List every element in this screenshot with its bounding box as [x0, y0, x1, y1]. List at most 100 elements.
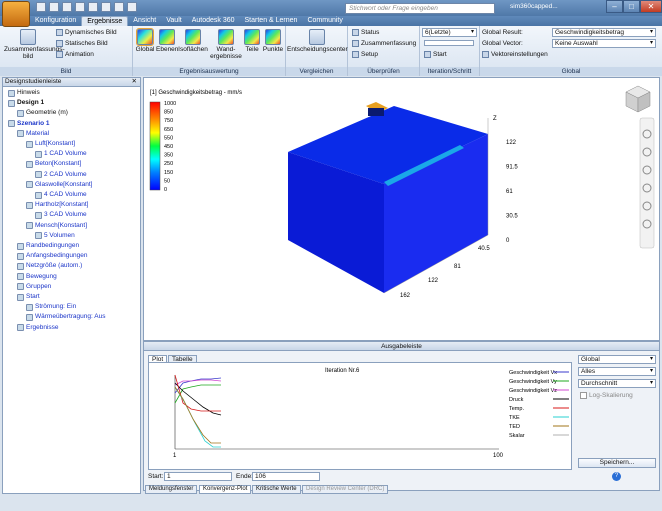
- summary-button[interactable]: Zusammenfassung: [352, 39, 416, 48]
- ribbon: Zusammenfassungs-bild Dynamisches Bild S…: [0, 26, 662, 76]
- tree-item-design-1[interactable]: Design 1: [8, 99, 44, 107]
- new-icon[interactable]: [36, 2, 46, 12]
- legend-tick-label: 150: [164, 170, 173, 176]
- tree-item-glaswolle[interactable]: Glaswolle[Konstant]: [26, 181, 92, 189]
- isosurfaces-button[interactable]: Isoflächen: [178, 29, 208, 53]
- status-button[interactable]: Status: [352, 28, 379, 37]
- output-bar: Ausgabeleiste Plot Tabelle Iteration Nr.…: [143, 341, 660, 491]
- tab-starten-lernen[interactable]: Starten & Lernen: [240, 16, 303, 26]
- tree-item-luft[interactable]: Luft[Konstant]: [26, 140, 75, 148]
- summary-image-button[interactable]: Zusammenfassungs-bild: [4, 29, 65, 60]
- tab-ansicht[interactable]: Ansicht: [128, 16, 161, 26]
- dynamic-image-button[interactable]: Dynamisches Bild: [56, 28, 117, 37]
- group-label-iteration: Iteration/Schritt: [420, 67, 479, 76]
- group-label-ueberpruefen: Überprüfen: [348, 67, 419, 76]
- start-field-input[interactable]: 1: [164, 472, 232, 481]
- redo-icon[interactable]: [88, 2, 98, 12]
- tab-ergebnisse[interactable]: Ergebnisse: [81, 16, 129, 26]
- tab-konfiguration[interactable]: Konfiguration: [30, 16, 81, 26]
- tree-item-material[interactable]: Material: [17, 130, 49, 138]
- application-menu-button[interactable]: [2, 1, 30, 27]
- planes-button[interactable]: Ebenen: [156, 29, 178, 53]
- global-button[interactable]: Global: [135, 28, 155, 53]
- legend-tick-label: 1000: [164, 101, 176, 107]
- settings-icon[interactable]: [114, 2, 124, 12]
- vector-settings-button[interactable]: Vektoreinstellungen: [482, 50, 548, 59]
- plot-x-start: 1: [173, 453, 177, 459]
- tree-item-cad-volume-3[interactable]: 3 CAD Volume: [35, 211, 87, 219]
- help-icon[interactable]: ?: [612, 472, 621, 481]
- global-result-select[interactable]: Geschwindigkeitsbetrag: [552, 28, 656, 37]
- wall-results-button[interactable]: Wand-ergebnisse: [209, 29, 243, 60]
- tree-item-boundary-conditions[interactable]: Randbedingungen: [17, 242, 79, 250]
- tree-item-start[interactable]: Start: [17, 293, 40, 301]
- tab-design-review-center[interactable]: Design Review Center (DRC): [302, 485, 389, 494]
- tab-community[interactable]: Community: [302, 16, 347, 26]
- tab-vault[interactable]: Vault: [161, 16, 186, 26]
- tree-item-beton[interactable]: Beton[Konstant]: [26, 160, 81, 168]
- log-scale-checkbox[interactable]: Log-Skalierung: [580, 392, 633, 399]
- static-image-button[interactable]: Statisches Bild: [56, 39, 108, 48]
- tab-message-window[interactable]: Meldungsfenster: [145, 485, 198, 494]
- tree-item-cad-volume-4[interactable]: 4 CAD Volume: [35, 191, 87, 199]
- boundary-conditions-icon: [17, 242, 24, 250]
- save-icon[interactable]: [62, 2, 72, 12]
- points-button[interactable]: Punkte: [262, 29, 284, 53]
- start-icon: [17, 293, 24, 301]
- iteration-slider[interactable]: [424, 40, 474, 46]
- tree-item-label: Randbedingungen: [26, 242, 80, 249]
- tree-item-motion[interactable]: Bewegung: [17, 273, 57, 281]
- points-icon: [265, 29, 281, 45]
- group-label-ergebnisauswertung: Ergebnisauswertung: [133, 67, 285, 76]
- tree-item-heat-transfer-off[interactable]: Wärmeübertragung: Aus: [26, 313, 105, 321]
- animation-button[interactable]: Animation: [56, 50, 94, 59]
- log-scale-box[interactable]: [580, 392, 587, 399]
- user-name[interactable]: sim360capped...: [510, 3, 558, 10]
- global-vector-select[interactable]: Keine Auswahl: [552, 39, 656, 48]
- save-button[interactable]: Speichern...: [578, 458, 656, 468]
- tree-item-initial-conditions[interactable]: Anfangsbedingungen: [17, 252, 87, 260]
- parts-button[interactable]: Teile: [243, 29, 261, 53]
- decision-center-button[interactable]: Entscheidungscenter: [287, 29, 348, 53]
- close-icon[interactable]: ✕: [132, 78, 137, 86]
- tab-convergence-plot[interactable]: Konvergenz-Plot: [199, 485, 252, 494]
- help-icon[interactable]: [127, 2, 137, 12]
- volumen-5-icon: [35, 232, 42, 240]
- parts-icon: [244, 29, 260, 45]
- maximize-button[interactable]: □: [623, 0, 640, 13]
- tree-item-geometry[interactable]: Geometrie (m): [17, 109, 68, 117]
- decision-center-label: Entscheidungscenter: [287, 46, 348, 53]
- mode-select[interactable]: Durchschnitt: [578, 379, 656, 388]
- end-field-input[interactable]: 106: [252, 472, 320, 481]
- tree-item-mesh-size[interactable]: Netzgröße (autom.): [17, 262, 82, 270]
- print-icon[interactable]: [101, 2, 111, 12]
- close-button[interactable]: ✕: [640, 0, 662, 13]
- tree-item-mensch[interactable]: Mensch[Konstant]: [26, 222, 87, 230]
- setup-button[interactable]: Setup: [352, 50, 378, 59]
- viewport[interactable]: [1] Geschwindigkeitsbetrag - mm/s 1000 85…: [143, 77, 660, 341]
- legend-tick-label: 0: [164, 187, 167, 193]
- tree-item-hint[interactable]: Hinweis: [8, 89, 40, 97]
- tree-item-scenario-1[interactable]: Szenario 1: [8, 120, 50, 128]
- undo-icon[interactable]: [75, 2, 85, 12]
- start-button[interactable]: Start: [424, 50, 447, 59]
- group-label-bild: Bild: [0, 67, 132, 76]
- tab-autodesk-360[interactable]: Autodesk 360: [187, 16, 240, 26]
- tree-item-groups[interactable]: Gruppen: [17, 283, 51, 291]
- tab-critical-values[interactable]: Kritische Werte: [252, 485, 301, 494]
- tree-item-cad-volume-1[interactable]: 1 CAD Volume: [35, 150, 87, 158]
- quantity-select[interactable]: Alles: [578, 367, 656, 376]
- scope-select[interactable]: Global: [578, 355, 656, 364]
- search-input[interactable]: Stichwort oder Frage eingeben: [345, 3, 495, 14]
- convergence-plot-area: Iteration Nr.6 1 100 Geschwindigkeit Vx G…: [148, 362, 572, 470]
- tree-item-results[interactable]: Ergebnisse: [17, 324, 59, 332]
- tree-item-hartholz[interactable]: Hartholz[Konstant]: [26, 201, 88, 209]
- open-icon[interactable]: [49, 2, 59, 12]
- tree-item-cad-volume-2[interactable]: 2 CAD Volume: [35, 171, 87, 179]
- tree-item-flow-on[interactable]: Strömung: Ein: [26, 303, 76, 311]
- minimize-button[interactable]: –: [606, 0, 623, 13]
- group-ueberpruefen: Status Zusammenfassung Setup Überprüfen: [348, 26, 420, 76]
- tree-item-volumen-5[interactable]: 5 Volumen: [35, 232, 75, 240]
- iteration-select[interactable]: 6(Letzte): [422, 28, 477, 37]
- group-iteration: 6(Letzte) Start Iteration/Schritt: [420, 26, 480, 76]
